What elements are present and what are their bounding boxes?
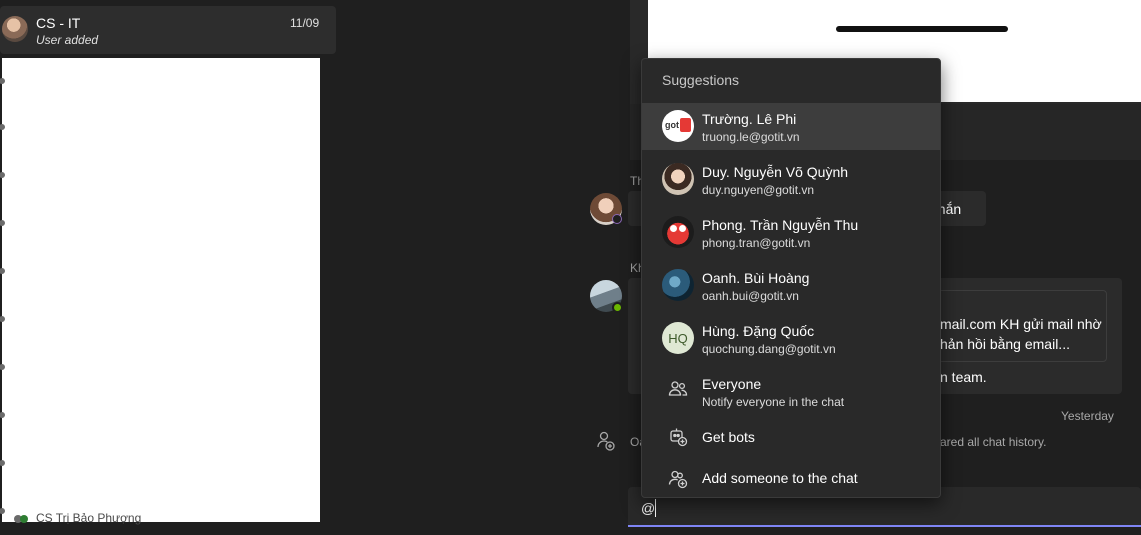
avatar-edge (0, 316, 5, 322)
suggestion-name: Oanh. Bùi Hoàng (702, 270, 810, 286)
suggestion-email: phong.tran@gotit.vn (702, 236, 811, 250)
avatar-edge (0, 412, 5, 418)
avatar (662, 269, 694, 301)
suggestion-name: Everyone (702, 376, 762, 392)
presence-badge-online (612, 302, 623, 313)
avatar (662, 163, 694, 195)
suggestion-name: Add someone to the chat (702, 470, 858, 486)
chat-title: CS - IT (36, 15, 81, 31)
person-add-icon (597, 431, 615, 451)
system-message: ared all chat history. (940, 435, 1047, 449)
chat-list-item-peek[interactable]: CS Trị Bảo Phượng (36, 511, 141, 525)
avatar-eye (670, 225, 677, 232)
avatar-edge (0, 508, 5, 514)
avatar-edge (0, 364, 5, 370)
presence-dot (20, 515, 28, 523)
avatar: HQ (662, 322, 694, 354)
mention-suggestions-popup: Suggestions got Trường. Lê Phi truong.le… (641, 58, 941, 498)
suggestions-header: Suggestions (662, 72, 740, 88)
image-preview-bar (836, 26, 1008, 32)
suggestion-email: oanh.bui@gotit.vn (702, 289, 799, 303)
suggestion-name: Hùng. Đặng Quốc (702, 323, 815, 339)
suggestion-item[interactable]: Oanh. Bùi Hoàng oanh.bui@gotit.vn (642, 262, 940, 309)
suggestion-item[interactable]: got Trường. Lê Phi truong.le@gotit.vn (642, 103, 940, 150)
avatar-initials: HQ (668, 331, 688, 346)
shopping-bag-icon (680, 118, 691, 132)
redacted-area (0, 58, 320, 522)
suggestion-email: quochung.dang@gotit.vn (702, 342, 836, 356)
quoted-text: mail.com KH gửi mail nhờ (940, 316, 1102, 332)
quoted-text: hản hồi bằng email... (940, 336, 1070, 352)
avatar-edge (0, 78, 5, 84)
bot-add-icon (668, 427, 688, 447)
suggestion-description: Notify everyone in the chat (702, 395, 845, 409)
avatar-edge (0, 124, 5, 130)
suggestion-email: truong.le@gotit.vn (702, 130, 800, 144)
text-caret (655, 499, 656, 517)
date-divider: Yesterday (1061, 409, 1114, 423)
person-add-icon (668, 469, 688, 489)
suggestion-name: Get bots (702, 429, 755, 445)
suggestion-item-add-someone[interactable]: Add someone to the chat (642, 459, 940, 497)
avatar: got (662, 110, 694, 142)
suggestion-item[interactable]: Phong. Trần Nguyễn Thu phong.tran@gotit.… (642, 209, 940, 256)
suggestion-name: Phong. Trần Nguyễn Thu (702, 217, 859, 233)
suggestion-name: Trường. Lê Phi (702, 111, 797, 127)
suggestion-item[interactable]: Duy. Nguyễn Võ Quỳnh duy.nguyen@gotit.vn (642, 156, 940, 203)
suggestion-item-everyone[interactable]: Everyone Notify everyone in the chat (642, 368, 940, 415)
avatar-edge (0, 460, 5, 466)
chat-date: 11/09 (290, 16, 320, 30)
avatar-edge (0, 268, 5, 274)
avatar-eye (679, 225, 686, 232)
suggestion-item[interactable]: HQ Hùng. Đặng Quốc quochung.dang@gotit.v… (642, 315, 940, 362)
suggestion-email: duy.nguyen@gotit.vn (702, 183, 815, 197)
people-icon (668, 379, 688, 399)
presence-badge (612, 214, 622, 224)
suggestion-item-get-bots[interactable]: Get bots (642, 419, 940, 459)
suggestion-name: Duy. Nguyễn Võ Quỳnh (702, 164, 849, 180)
avatar-edge (0, 220, 5, 226)
message-text: n team. (940, 369, 987, 385)
avatar-logo-text: got (665, 120, 679, 130)
avatar (662, 216, 694, 248)
chat-avatar (2, 16, 28, 42)
avatar-edge (0, 172, 5, 178)
chat-subtitle: User added (36, 33, 99, 47)
compose-input[interactable]: @ (641, 500, 655, 516)
